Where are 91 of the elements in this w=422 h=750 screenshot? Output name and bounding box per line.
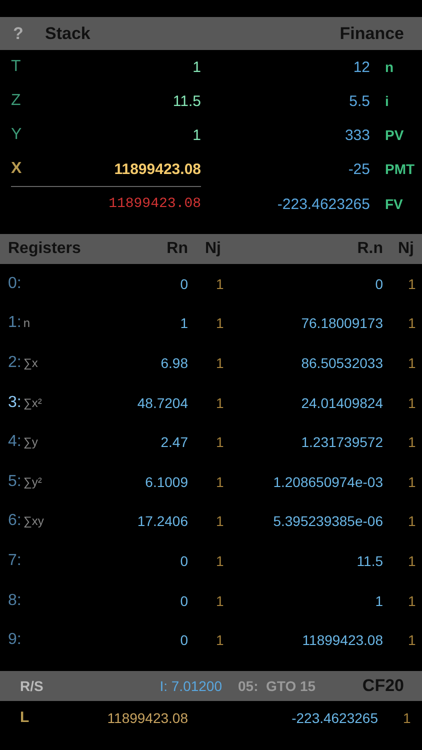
column-header: Nj [204,240,222,258]
cash-flow-label: CF20 [362,676,404,696]
register-index[interactable]: 2: [8,354,22,371]
register-value: 17.2406 [136,513,188,530]
register-value: 76.18009173 [300,315,383,332]
register-value: 5.395239385e-06 [272,513,383,530]
register-count: 1 [407,474,417,490]
register-index[interactable]: 1: [8,314,22,332]
finance-value: -25 [347,160,370,178]
register-value: 11899423.08 [301,632,383,648]
register-value: 6.1009 [144,474,188,490]
stack-title: Stack [45,24,90,44]
register-index[interactable]: 9: [8,631,22,648]
run-stop-button[interactable]: R/S [20,678,140,694]
register-value: 1.231739572 [300,434,383,450]
stack-register-label: Z [11,92,22,110]
register-value: 0 [179,552,188,569]
register-value: 2.47 [160,434,188,450]
register-value: 1.208650974e-03 [272,474,383,490]
l-register-value: -223.4623265 [290,710,378,726]
finance-value: 5.5 [348,92,370,110]
register-value: 24.01409824 [300,394,383,411]
register-count: 1 [407,276,417,292]
register-count: 1 [215,592,225,609]
finance-value: 12 [352,58,370,76]
register-count: 1 [215,276,225,292]
finance-value: 333 [344,126,370,144]
stack-value: 1 [192,126,201,144]
finance-label: PMT [384,161,416,177]
i-register-value: I: 7.01200 [158,678,222,694]
program-step: 05: GTO 15 [222,678,362,694]
register-count: 1 [407,592,417,609]
finance-value: -223.4623265 [276,196,370,212]
register-count: 1 [407,513,417,530]
stack-register-label: Y [11,126,23,144]
l-register-value: 11899423.08 [106,710,188,726]
register-count: 1 [215,632,225,648]
stack-value: 11899423.08 [113,160,201,178]
stack-value: 11.5 [172,92,201,110]
help-button[interactable]: ? [13,24,45,44]
finance-label: FV [384,196,404,212]
register-count: 1 [407,434,417,450]
stack-register-label: X [11,160,23,178]
register-name: ∑x [23,356,38,370]
register-index[interactable]: 3: [8,394,22,411]
register-count: 1 [215,552,225,569]
register-name: ∑y² [23,474,42,489]
register-count: 1 [215,513,225,530]
column-header: Nj [397,240,415,258]
register-count: 1 [402,710,412,726]
register-value: 6.98 [160,354,188,371]
register-value: 1 [374,592,383,609]
register-index[interactable]: 7: [8,552,22,569]
register-name: ∑xy [23,514,44,528]
finance-label: PV [384,127,405,143]
register-count: 1 [215,394,225,411]
column-header: Rn [166,240,188,258]
register-count: 1 [215,474,225,490]
register-value: 0 [179,592,188,609]
register-count: 1 [407,632,417,648]
register-value: 0 [179,276,188,292]
register-count: 1 [215,434,225,450]
register-count: 1 [215,354,225,371]
register-value: 11.5 [356,552,383,569]
register-count: 1 [407,354,417,371]
stack-register-label: T [11,58,22,76]
l-register-label: L [20,709,30,726]
register-name: n [23,316,30,330]
column-header: R.n [356,240,383,258]
register-index[interactable]: 8: [8,592,22,609]
register-index[interactable]: 0: [8,274,22,292]
last-x-value: 11899423.08 [108,196,201,212]
register-value: 48.7204 [136,394,188,411]
register-index[interactable]: 5: [8,472,22,490]
register-count: 1 [407,394,417,411]
register-count: 1 [407,315,417,332]
finance-label: n [384,59,395,75]
register-value: 1 [179,315,188,332]
register-value: 0 [374,276,383,292]
register-index[interactable]: 4: [8,433,22,450]
register-count: 1 [215,315,225,332]
register-index[interactable]: 6: [8,512,22,530]
register-value: 86.50532033 [300,354,383,371]
register-count: 1 [407,552,417,569]
register-name: ∑y [23,435,38,450]
finance-label: i [384,93,390,109]
stack-value: 1 [192,58,201,76]
register-value: 0 [179,632,188,648]
register-name: ∑x² [23,396,42,410]
finance-title: Finance [340,24,404,44]
registers-title: Registers [8,240,82,258]
